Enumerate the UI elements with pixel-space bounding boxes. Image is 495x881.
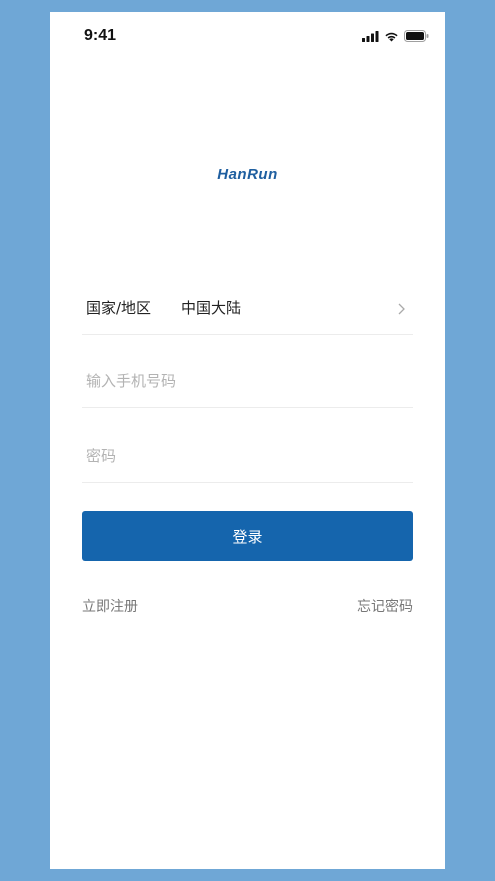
status-bar: 9:41 (50, 12, 445, 62)
battery-icon (404, 30, 429, 42)
phone-number-input[interactable] (86, 368, 406, 394)
forgot-password-link[interactable]: 忘记密码 (357, 596, 413, 616)
phone-number-row (82, 357, 413, 408)
app-logo: HanRun (217, 166, 278, 183)
chevron-right-icon (398, 303, 405, 315)
wifi-icon (385, 32, 398, 41)
password-row (82, 432, 413, 483)
country-region-value: 中国大陆 (181, 299, 242, 317)
register-link[interactable]: 立即注册 (82, 596, 138, 616)
country-region-selector[interactable]: 国家/地区 中国大陆 (82, 284, 413, 335)
phone-screen: 9:41 HanRun 国家/地区 中国大陆 输入手机号码 登录 立即注册 忘记… (50, 12, 445, 869)
cellular-signal-icon (362, 30, 379, 42)
password-input[interactable] (86, 443, 406, 469)
status-icons (362, 29, 429, 43)
login-button[interactable]: 登录 (82, 511, 413, 561)
status-time: 9:41 (84, 27, 117, 44)
country-region-label: 国家/地区 (86, 299, 152, 317)
